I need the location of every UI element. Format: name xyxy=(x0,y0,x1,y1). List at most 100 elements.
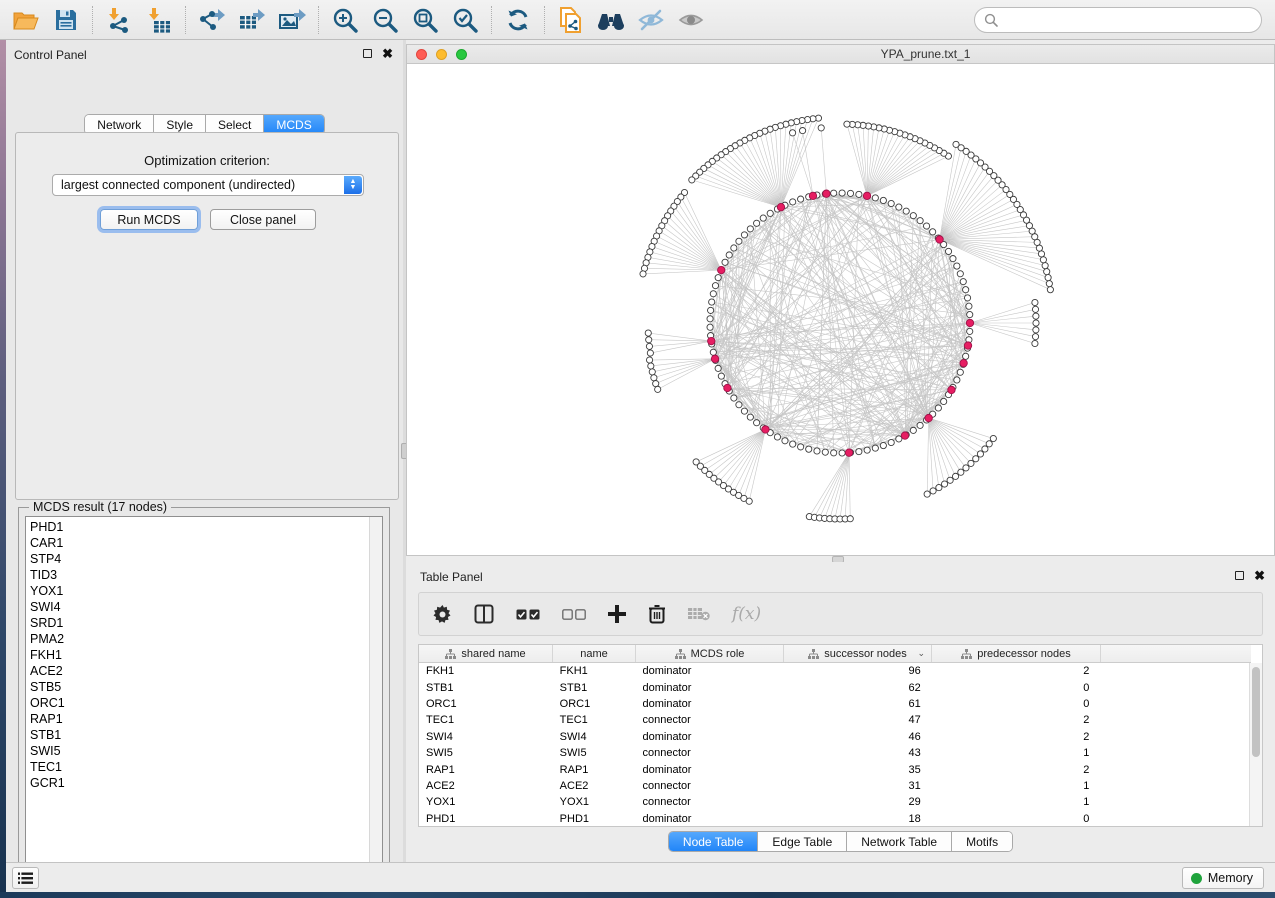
column-header-name[interactable]: name xyxy=(553,645,636,662)
graph-node[interactable] xyxy=(736,238,742,244)
graph-node[interactable] xyxy=(823,190,830,197)
graph-node[interactable] xyxy=(798,196,804,202)
graph-node[interactable] xyxy=(646,337,652,343)
graph-node[interactable] xyxy=(647,350,653,356)
window-close-icon[interactable] xyxy=(416,49,427,60)
add-column-button[interactable] xyxy=(608,605,626,623)
graph-node[interactable] xyxy=(822,449,828,455)
graph-node[interactable] xyxy=(863,192,870,199)
graph-node[interactable] xyxy=(708,337,715,344)
graph-node[interactable] xyxy=(845,449,852,456)
graph-node[interactable] xyxy=(747,414,753,420)
graph-node[interactable] xyxy=(930,229,936,235)
graph-node[interactable] xyxy=(640,271,646,277)
close-panel-icon[interactable]: ✖ xyxy=(1254,571,1265,580)
close-panel-icon[interactable]: ✖ xyxy=(382,49,393,58)
table-row[interactable]: SWI4SWI4dominator462 xyxy=(419,729,1249,745)
table-settings-button[interactable] xyxy=(433,605,452,624)
graph-node[interactable] xyxy=(789,130,795,136)
graph-node[interactable] xyxy=(954,377,960,383)
column-header-shared-name[interactable]: shared name xyxy=(419,645,553,662)
graph-node[interactable] xyxy=(977,451,983,457)
graph-node[interactable] xyxy=(831,190,837,196)
window-maximize-icon[interactable] xyxy=(456,49,467,60)
function-builder-button[interactable]: f(x) xyxy=(732,604,761,624)
graph-node[interactable] xyxy=(896,436,902,442)
tools-toggle-button[interactable] xyxy=(12,867,39,889)
graph-node[interactable] xyxy=(888,200,894,206)
graph-node[interactable] xyxy=(655,386,661,392)
graph-node[interactable] xyxy=(722,259,728,265)
find-binoculars-button[interactable] xyxy=(591,3,631,37)
deselect-all-button[interactable] xyxy=(562,609,586,620)
graph-node[interactable] xyxy=(809,192,816,199)
graph-node[interactable] xyxy=(777,203,784,210)
table-scrollbar[interactable] xyxy=(1249,663,1262,826)
graph-node[interactable] xyxy=(707,316,713,322)
import-network-button[interactable] xyxy=(99,3,139,37)
delete-column-button[interactable] xyxy=(648,604,666,624)
graph-node[interactable] xyxy=(880,442,886,448)
graph-node[interactable] xyxy=(948,386,955,393)
graph-node[interactable] xyxy=(747,226,753,232)
zoom-in-button[interactable] xyxy=(325,3,365,37)
graph-node[interactable] xyxy=(966,303,972,309)
graph-node[interactable] xyxy=(1045,274,1051,280)
table-row[interactable]: YOX1YOX1connector291 xyxy=(419,794,1249,810)
graph-node[interactable] xyxy=(754,420,760,426)
graph-node[interactable] xyxy=(741,232,747,238)
graph-node[interactable] xyxy=(917,218,923,224)
table-row[interactable]: TEC1TEC1connector472 xyxy=(419,712,1249,728)
open-file-button[interactable] xyxy=(6,3,46,37)
graph-node[interactable] xyxy=(649,369,655,375)
graph-node[interactable] xyxy=(917,422,923,428)
graph-node[interactable] xyxy=(1032,306,1038,312)
graph-node[interactable] xyxy=(712,283,718,289)
graph-node[interactable] xyxy=(731,395,737,401)
graph-node[interactable] xyxy=(767,210,773,216)
column-header-predecessor-nodes[interactable]: predecessor nodes xyxy=(932,645,1101,662)
graph-node[interactable] xyxy=(954,263,960,269)
copy-network-button[interactable] xyxy=(551,3,591,37)
result-node[interactable]: ACE2 xyxy=(30,663,368,679)
graph-node[interactable] xyxy=(645,330,651,336)
graph-node[interactable] xyxy=(754,220,760,226)
table-row[interactable]: ACE2ACE2connector311 xyxy=(419,778,1249,794)
graph-node[interactable] xyxy=(847,516,853,522)
graph-node[interactable] xyxy=(957,369,963,375)
graph-node[interactable] xyxy=(689,177,695,183)
graph-node[interactable] xyxy=(1036,245,1042,251)
graph-node[interactable] xyxy=(844,121,850,127)
graph-node[interactable] xyxy=(806,446,812,452)
graph-node[interactable] xyxy=(968,460,974,466)
graph-node[interactable] xyxy=(1032,334,1038,340)
save-session-button[interactable] xyxy=(46,3,86,37)
zoom-selected-button[interactable] xyxy=(445,3,485,37)
graph-node[interactable] xyxy=(831,450,837,456)
result-node[interactable]: TEC1 xyxy=(30,759,368,775)
graph-node[interactable] xyxy=(958,469,964,475)
graph-node[interactable] xyxy=(947,477,953,483)
graph-node[interactable] xyxy=(760,215,766,221)
graph-node[interactable] xyxy=(814,448,820,454)
window-minimize-icon[interactable] xyxy=(436,49,447,60)
result-node[interactable]: PMA2 xyxy=(30,631,368,647)
mcds-result-list[interactable]: PHD1CAR1STP4TID3YOX1SWI4SRD1PMA2FKH1ACE2… xyxy=(25,516,383,871)
table-row[interactable]: ORC1ORC1dominator610 xyxy=(419,696,1249,712)
graph-node[interactable] xyxy=(726,252,732,258)
graph-node[interactable] xyxy=(651,375,657,381)
run-mcds-button[interactable]: Run MCDS xyxy=(100,209,198,230)
zoom-fit-button[interactable] xyxy=(405,3,445,37)
graph-node[interactable] xyxy=(888,439,894,445)
result-node[interactable]: SWI5 xyxy=(30,743,368,759)
graph-node[interactable] xyxy=(990,435,996,441)
network-canvas[interactable] xyxy=(407,64,1274,555)
graph-node[interactable] xyxy=(966,319,973,326)
graph-node[interactable] xyxy=(923,223,929,229)
table-row[interactable]: RAP1RAP1dominator352 xyxy=(419,761,1249,777)
graph-node[interactable] xyxy=(818,125,824,131)
export-network-button[interactable] xyxy=(192,3,232,37)
result-node[interactable]: CAR1 xyxy=(30,535,368,551)
graph-node[interactable] xyxy=(800,128,806,134)
graph-node[interactable] xyxy=(746,498,752,504)
